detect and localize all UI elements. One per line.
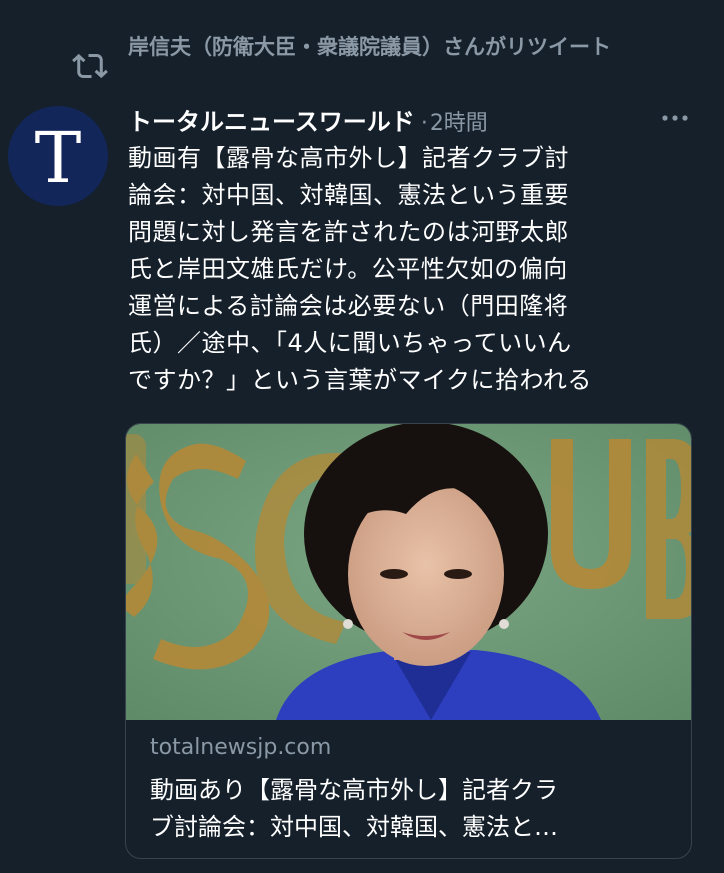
avatar-letter: T [34, 117, 82, 199]
tweet-text-line: 運営による討論会は必要ない（門田隆将 [128, 292, 569, 320]
timestamp[interactable]: 2時間 [430, 105, 488, 137]
card-title-line: 動画あり【露骨な高市外し】記者クラ [150, 776, 558, 804]
link-preview-card[interactable]: totalnewsjp.com 動画あり【露骨な高市外し】記者クラ ブ討論会：対… [125, 423, 692, 859]
tweet-text-line: 動画有【露骨な高市外し】記者クラブ討 [128, 144, 569, 172]
tweet-text-line: 氏と岸田文雄氏だけ。公平性欠如の偏向 [128, 255, 568, 283]
author-name[interactable]: トータルニュースワールド [128, 102, 415, 137]
card-title: 動画あり【露骨な高市外し】記者クラ ブ討論会：対中国、対韓国、憲法と… [150, 772, 670, 846]
card-domain: totalnewsjp.com [150, 735, 332, 760]
tweet-text-line: 氏）／途中、「4人に聞いちゃっていいん [128, 329, 572, 357]
tweet-text-line: 論会：対中国、対韓国、憲法という重要 [128, 181, 569, 209]
tweet[interactable]: 岸信夫（防衛大臣・衆議院議員）さんがリツイート T トータルニュースワールド ·… [0, 0, 724, 873]
avatar[interactable]: T [8, 106, 108, 206]
tweet-text: 動画有【露骨な高市外し】記者クラブ討 論会：対中国、対韓国、憲法という重要 問題… [128, 140, 700, 399]
tweet-text-line: ですか？」という言葉がマイクに拾われる [128, 366, 592, 394]
separator-dot: · [420, 111, 428, 136]
retweet-context[interactable]: 岸信夫（防衛大臣・衆議院議員）さんがリツイート [128, 33, 688, 62]
tweet-header: トータルニュースワールド · 2時間 [128, 102, 648, 138]
retweet-icon [72, 53, 108, 79]
card-image[interactable] [126, 424, 691, 720]
card-title-line: ブ討論会：対中国、対韓国、憲法と… [150, 813, 558, 841]
tweet-text-line: 問題に対し発言を許されたのは河野太郎 [128, 218, 569, 246]
more-icon[interactable] [660, 112, 690, 124]
